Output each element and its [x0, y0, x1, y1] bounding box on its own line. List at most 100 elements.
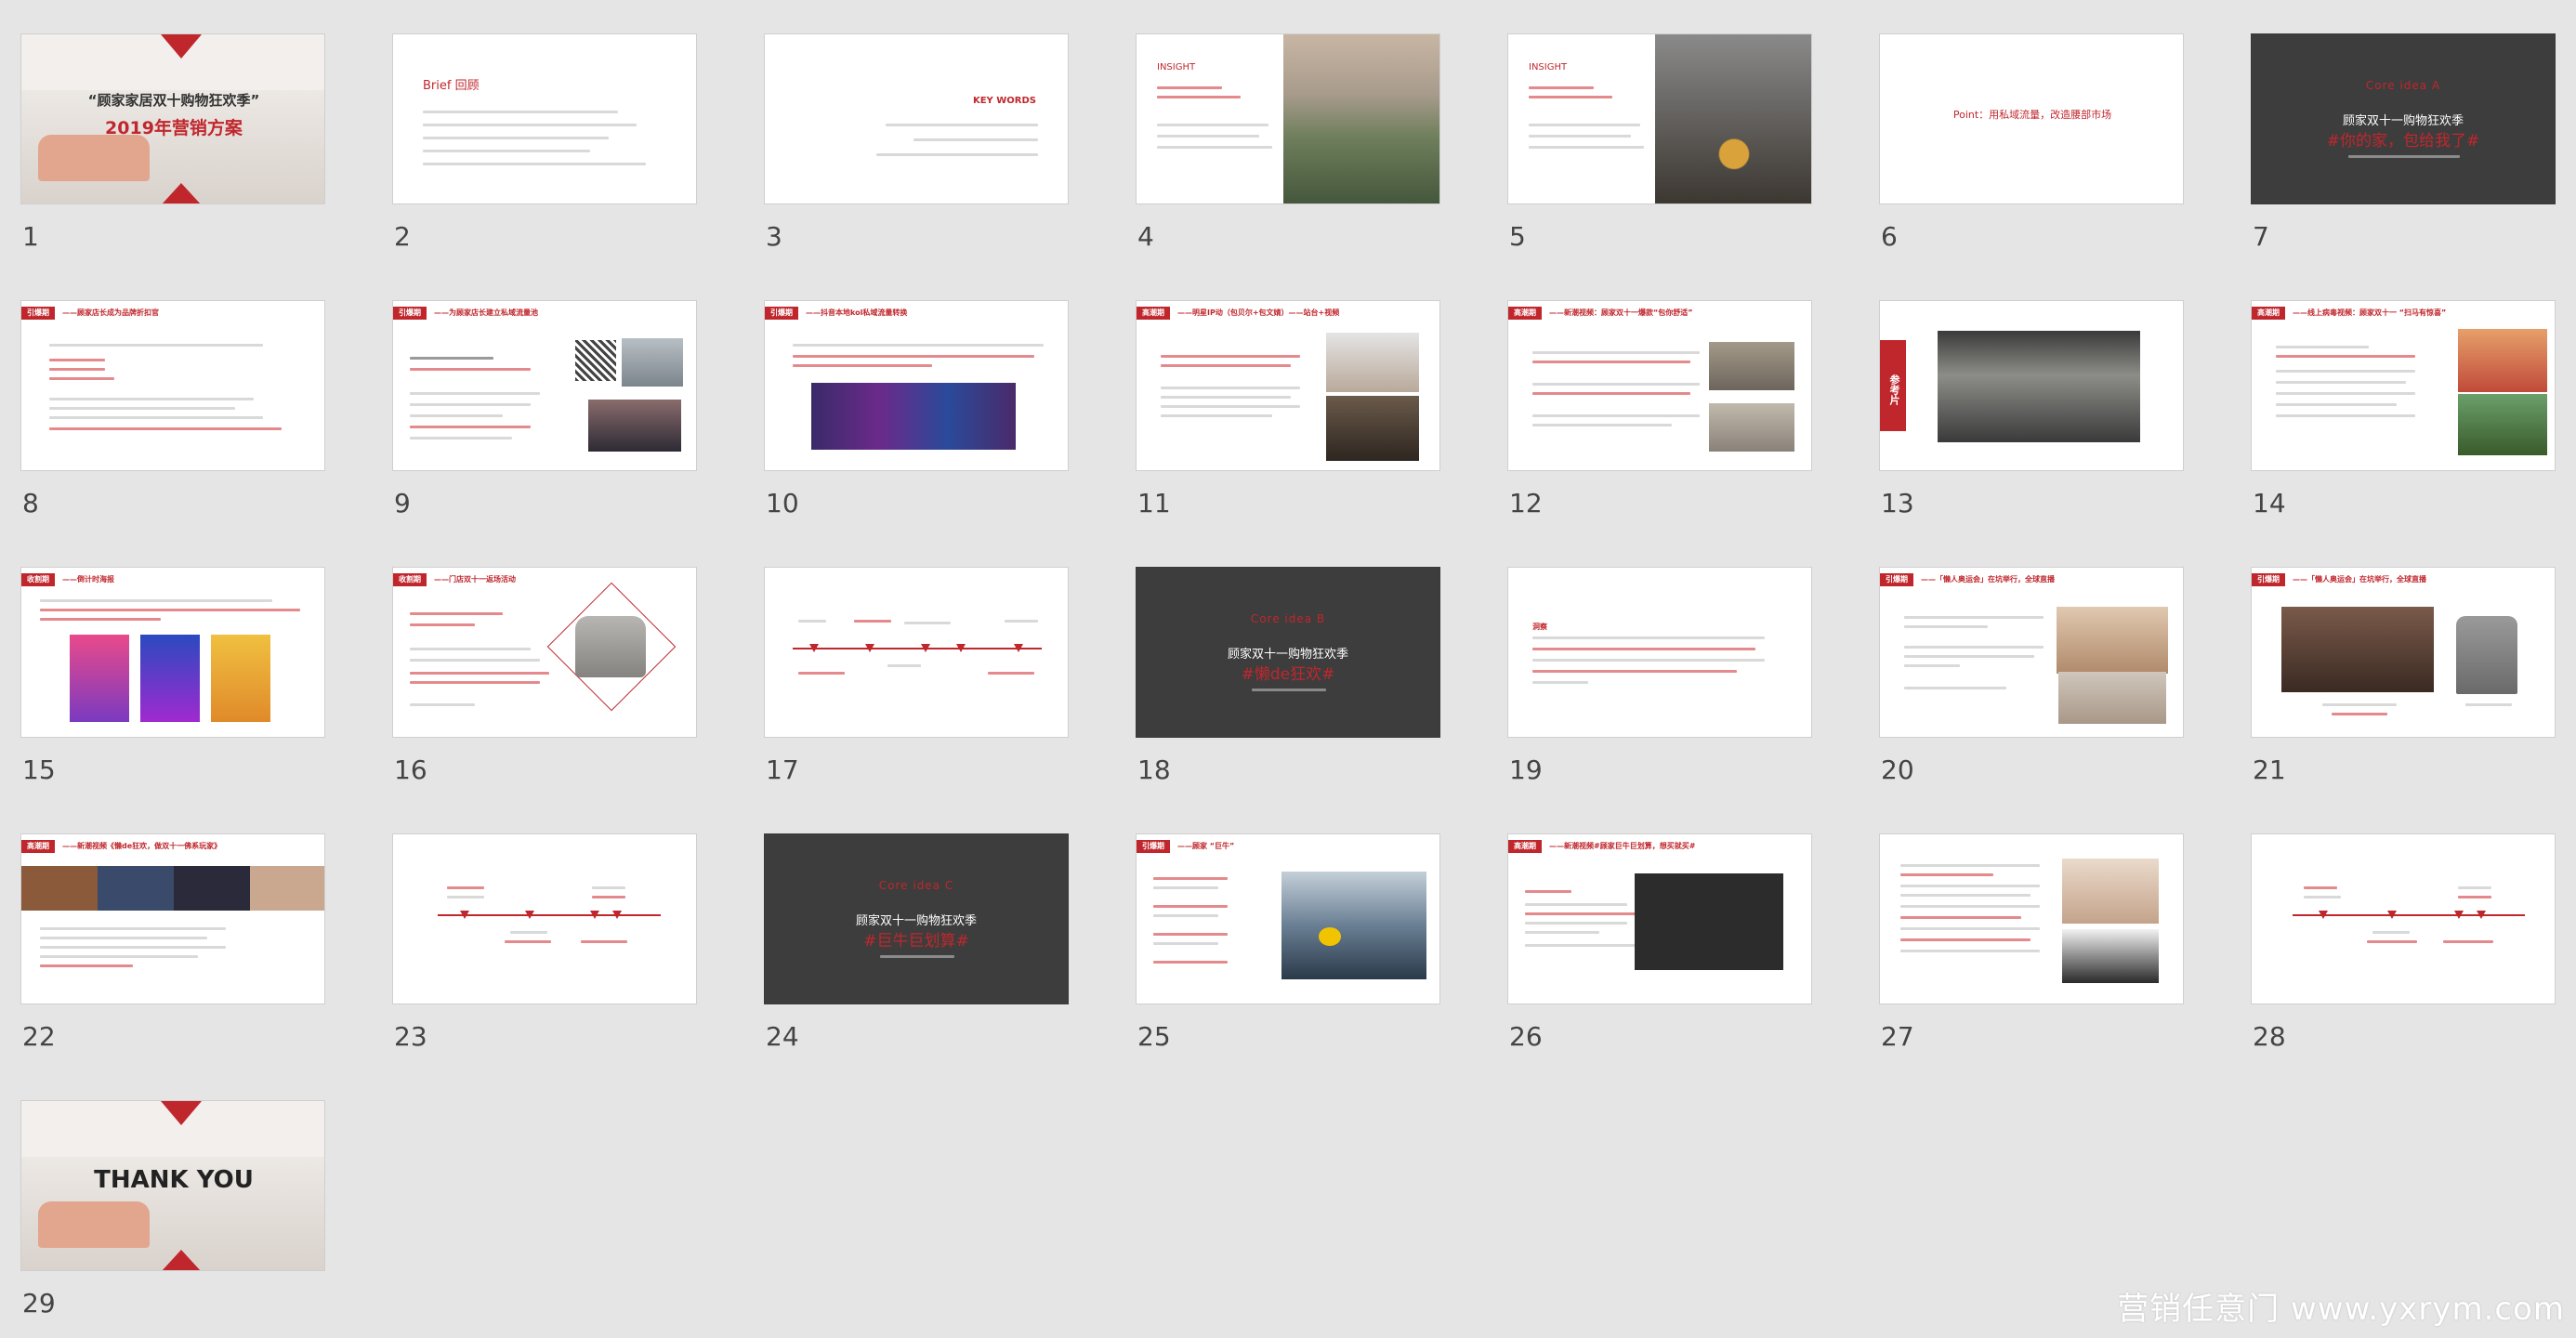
slide-number: 11 [1137, 488, 1171, 518]
slide-title: ——线上病毒视频：顾家双十一 “扫马有惊喜” [2293, 308, 2447, 317]
phase-tag: 引爆期 [1880, 573, 1913, 586]
core-idea-label: Core idea B [1250, 612, 1326, 625]
slide-thumbnail[interactable]: 高潮期 ——新潮视频#顾家巨牛巨划算，想买就买# [1507, 833, 1812, 1004]
mall-photo [588, 400, 681, 452]
timeline-marker [2387, 911, 2397, 919]
poster-image [211, 635, 270, 722]
slide-title: ——新潮视频：顾家双十一爆款“包你舒适” [1549, 308, 1693, 317]
timeline-line [438, 914, 661, 916]
slide-number: 17 [766, 754, 799, 785]
phase-tag: 引爆期 [393, 307, 427, 320]
slide-number: 23 [394, 1021, 427, 1052]
timeline-line [793, 648, 1042, 649]
slide-title: ——「懒人奥运会」在坑举行，全球直播 [1921, 575, 2055, 584]
slide-thumbnail[interactable]: 高潮期 ——线上病毒视频：顾家双十一 “扫马有惊喜” [2251, 300, 2556, 471]
slide-thumbnail[interactable]: 引爆期 ——顾家 “巨牛” [1136, 833, 1440, 1004]
slide-number: 20 [1881, 754, 1914, 785]
slide-thumbnail[interactable]: 收割期 ——倒计时海报 [20, 567, 325, 738]
slide-number: 8 [22, 488, 39, 518]
slide-subtitle: 2019年营销方案 [105, 118, 243, 138]
triangle-icon [161, 183, 202, 203]
slide-title: Point：用私域流量，改造腰部市场 [1952, 109, 2112, 121]
slide-number: 18 [1137, 754, 1171, 785]
slide-number: 27 [1881, 1021, 1914, 1052]
phase-tag: 引爆期 [765, 307, 798, 320]
panda-photo [2062, 929, 2159, 983]
slide-title: ——「懒人奥运会」在坑举行，全球直播 [2293, 575, 2426, 584]
poster-image [70, 635, 129, 722]
phase-tag: 收割期 [21, 573, 55, 586]
slide-thumbnail[interactable] [392, 833, 697, 1004]
horse-photo [2458, 394, 2547, 455]
slide-thumbnail[interactable]: 引爆期 ——抖音本地kol私域流量转换 [764, 300, 1069, 471]
slide-thumbnail[interactable]: 引爆期 ——为顾家店长建立私域流量池 [392, 300, 697, 471]
phase-tag: 高潮期 [21, 840, 55, 853]
slide-title: ——为顾家店长建立私域流量池 [434, 308, 538, 317]
slide-title: ——倒计时海报 [62, 575, 114, 584]
slide-number: 13 [1881, 488, 1914, 518]
slide-thumbnail[interactable]: 收割期 ——门店双十一返场活动 [392, 567, 697, 738]
armchair-photo [575, 616, 646, 677]
duck-photo [1281, 872, 1426, 979]
watermark: 营销任意门 www.yxrym.com [2117, 1291, 2565, 1328]
slide-thumbnail[interactable]: 高潮期 ——新潮视频《懒de狂欢，做双十一佛系玩家》 [20, 833, 325, 1004]
timeline-marker [590, 911, 599, 919]
family-photo [2458, 329, 2547, 392]
crowd-photo [1655, 34, 1811, 203]
slide-title: ——门店双十一返场活动 [434, 575, 516, 584]
triangle-icon [161, 1101, 202, 1125]
timeline-marker [2319, 911, 2328, 919]
phase-tag: 引爆期 [21, 307, 55, 320]
slide-thumbnail[interactable]: Core idea B 顾家双十一购物狂欢季 #懒de狂欢# [1136, 567, 1440, 738]
timeline-marker [956, 644, 966, 652]
slide-title: KEY WORDS [972, 96, 1036, 106]
phase-tag: 引爆期 [2252, 573, 2285, 586]
slide-thumbnail[interactable]: Core idea C 顾家双十一购物狂欢季 #巨牛巨划算# [764, 833, 1069, 1004]
slide-subtitle: 顾家双十一购物狂欢季 [855, 914, 977, 928]
slide-title: ——顾家 “巨牛” [1177, 842, 1235, 850]
slide-thumbnail[interactable]: 参考片 [1879, 300, 2184, 471]
slide-thumbnail[interactable]: INSIGHT [1136, 33, 1440, 204]
slide-number: 26 [1509, 1021, 1543, 1052]
timeline-marker [1014, 644, 1023, 652]
timeline-marker [2454, 911, 2464, 919]
poster-image [140, 635, 200, 722]
slide-number: 25 [1137, 1021, 1171, 1052]
timeline-marker [612, 911, 622, 919]
slide-thumbnail[interactable]: 高潮期 ——新潮视频：顾家双十一爆款“包你舒适” [1507, 300, 1812, 471]
slide-thumbnail[interactable]: 洞察 [1507, 567, 1812, 738]
slide-thumbnail[interactable]: THANK YOU [20, 1100, 325, 1271]
video-still [1709, 342, 1794, 390]
slide-number: 5 [1509, 221, 1526, 252]
slide-thumbnail[interactable]: “顾家家居双十购物狂欢季” 2019年营销方案 [20, 33, 325, 204]
slide-thumbnail[interactable] [764, 567, 1069, 738]
slide-title: ——新潮视频《懒de狂欢，做双十一佛系玩家》 [62, 842, 222, 850]
interview-photo [2281, 607, 2434, 692]
slide-thumbnail[interactable]: 引爆期 ——「懒人奥运会」在坑举行，全球直播 [1879, 567, 2184, 738]
slide-thumbnail[interactable]: 引爆期 ——顾家店长成为品牌折扣官 [20, 300, 325, 471]
reference-label: 参考片 [1880, 340, 1906, 431]
slide-number: 21 [2253, 754, 2286, 785]
slide-number: 29 [22, 1288, 56, 1318]
slide-number: 9 [394, 488, 411, 518]
slide-thumbnail[interactable]: Core idea A 顾家双十一购物狂欢季 #你的家，包给我了# [2251, 33, 2556, 204]
slide-thumbnail[interactable] [1879, 833, 2184, 1004]
slide-thumbnail[interactable]: Brief 回顾 [392, 33, 697, 204]
city-photo [1283, 34, 1439, 203]
wedding-photo [1326, 333, 1419, 392]
slide-thumbnail[interactable]: Point：用私域流量，改造腰部市场 [1879, 33, 2184, 204]
timeline-marker [865, 644, 874, 652]
slide-thumbnail[interactable] [2251, 833, 2556, 1004]
video-strip [21, 866, 324, 911]
slide-thumbnail[interactable]: 引爆期 ——「懒人奥运会」在坑举行，全球直播 [2251, 567, 2556, 738]
qr-code-icon [575, 340, 616, 381]
slide-thumbnail[interactable]: INSIGHT [1507, 33, 1812, 204]
celebrity-photo [1326, 396, 1419, 461]
slide-thumbnail[interactable]: 高潮期 ——明星IP动（包贝尔+包文婧）——站台+视频 [1136, 300, 1440, 471]
slide-title: ——抖音本地kol私域流量转换 [806, 308, 908, 317]
kol-photo [811, 383, 1016, 450]
timeline-marker [921, 644, 930, 652]
slide-thumbnail[interactable]: KEY WORDS [764, 33, 1069, 204]
timeline-marker [525, 911, 534, 919]
phase-tag: 高潮期 [1508, 307, 1542, 320]
